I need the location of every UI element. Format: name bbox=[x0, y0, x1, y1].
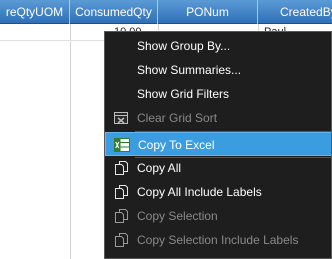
column-header-qty-uom[interactable]: reQtyUOM bbox=[0, 0, 70, 24]
menu-item-label: Show Summaries... bbox=[137, 63, 242, 77]
menu-item-copy-all-include-labels[interactable]: Copy All Include Labels bbox=[105, 180, 331, 204]
menu-item-label: Copy All bbox=[137, 161, 182, 175]
menu-item-show-grid-filters[interactable]: Show Grid Filters bbox=[105, 82, 331, 106]
column-header-po-num[interactable]: PONum bbox=[158, 0, 258, 24]
copy-icon bbox=[113, 232, 129, 248]
menu-item-copy-all[interactable]: Copy All bbox=[105, 156, 331, 180]
copy-icon bbox=[113, 184, 129, 200]
menu-item-label: Copy To Excel bbox=[138, 138, 215, 152]
menu-item-show-group-by[interactable]: Show Group By... bbox=[105, 34, 331, 58]
copy-icon bbox=[113, 208, 129, 224]
grid-header: reQtyUOM ConsumedQty PONum CreatedBy bbox=[0, 0, 332, 24]
menu-item-copy-selection-include-labels[interactable]: Copy Selection Include Labels bbox=[105, 228, 331, 252]
menu-item-copy-to-excel[interactable]: Copy To Excel bbox=[105, 132, 331, 156]
grid-column-divider bbox=[70, 24, 71, 259]
menu-item-copy-selection[interactable]: Copy Selection bbox=[105, 204, 331, 228]
menu-item-label: Copy Selection Include Labels bbox=[137, 233, 299, 247]
menu-item-label: Clear Grid Sort bbox=[137, 111, 218, 125]
context-menu: Show Group By... Show Summaries... Show … bbox=[104, 31, 332, 259]
menu-item-label: Copy Selection bbox=[137, 209, 218, 223]
clear-sort-icon bbox=[113, 110, 129, 126]
copy-icon bbox=[113, 160, 129, 176]
column-header-consumed-qty[interactable]: ConsumedQty bbox=[70, 0, 158, 24]
column-header-created-by[interactable]: CreatedBy bbox=[258, 0, 332, 24]
menu-item-label: Show Grid Filters bbox=[137, 87, 230, 101]
menu-item-clear-grid-sort[interactable]: Clear Grid Sort bbox=[105, 106, 331, 130]
excel-icon bbox=[114, 137, 130, 153]
menu-item-show-summaries[interactable]: Show Summaries... bbox=[105, 58, 331, 82]
menu-item-label: Show Group By... bbox=[137, 39, 231, 53]
menu-item-label: Copy All Include Labels bbox=[137, 185, 262, 199]
